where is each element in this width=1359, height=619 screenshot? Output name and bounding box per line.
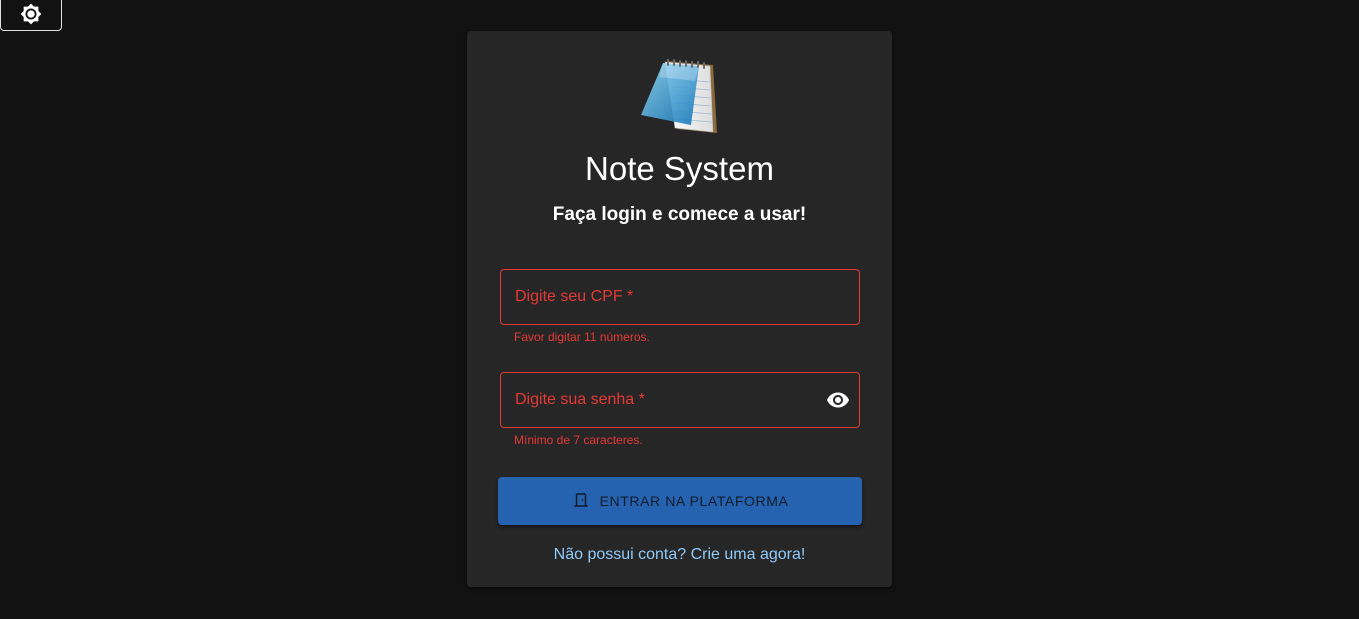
door-icon (572, 491, 590, 512)
password-input[interactable] (501, 373, 859, 427)
password-error-text: Mínimo de 7 caracteres. (514, 433, 643, 447)
cpf-field[interactable]: Digite seu CPF * (500, 269, 860, 325)
login-subtitle: Faça login e comece a usar! (552, 204, 807, 225)
login-button-label: ENTRAR NA PLATAFORMA (599, 493, 789, 509)
app-title: Note System (585, 150, 774, 187)
theme-toggle-button[interactable] (0, 0, 62, 31)
password-field[interactable]: Digite sua senha * (500, 372, 860, 428)
cpf-error-text: Favor digitar 11 números. (514, 330, 650, 344)
login-card: Note System Faça login e comece a usar! … (467, 31, 892, 587)
cpf-input[interactable] (501, 270, 859, 324)
notepad-icon (633, 57, 723, 139)
login-button[interactable]: ENTRAR NA PLATAFORMA (498, 477, 862, 525)
brightness-icon (20, 3, 42, 28)
eye-icon[interactable] (825, 388, 851, 412)
signup-link[interactable]: Não possui conta? Crie uma agora! (467, 545, 892, 565)
